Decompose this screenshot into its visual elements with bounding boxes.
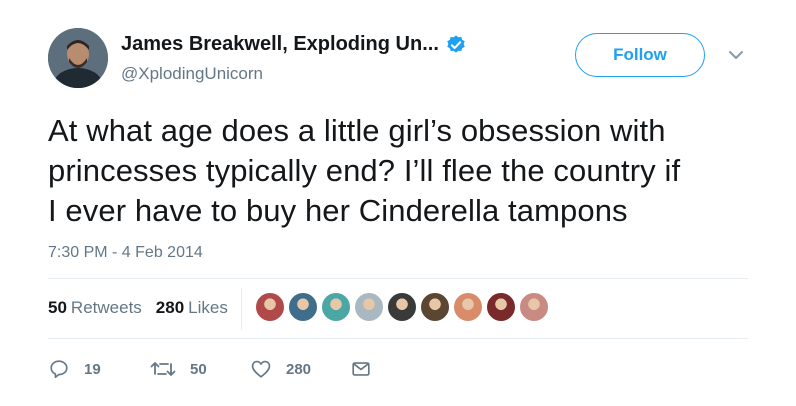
author-avatar[interactable] [48, 28, 108, 88]
liker-avatar-5[interactable] [387, 292, 417, 322]
tweet-actions: 19 50 280 [48, 358, 372, 380]
envelope-icon [352, 362, 370, 376]
tweet-timestamp[interactable]: 7:30 PM - 4 Feb 2014 [48, 244, 203, 262]
tweet-text-line: I ever have to buy her Cinderella tampon… [48, 193, 628, 228]
liker-avatar-4[interactable] [354, 292, 384, 322]
liker-avatar-1[interactable] [255, 292, 285, 322]
liker-avatar-2[interactable] [288, 292, 318, 322]
stats-separator [241, 288, 242, 330]
engagement-stats: 50 Retweets 280 Likes [48, 298, 242, 318]
reply-action[interactable]: 19 [48, 358, 150, 380]
retweets-count: 50 [48, 298, 67, 317]
divider [48, 338, 748, 339]
like-action[interactable]: 280 [250, 358, 350, 380]
divider [48, 278, 748, 279]
liker-avatar-7[interactable] [453, 292, 483, 322]
liker-avatars [255, 292, 549, 322]
tweet-text: At what age does a little girl’s obsessi… [48, 111, 768, 231]
reply-icon [50, 360, 68, 379]
likes-count: 280 [155, 298, 185, 317]
author-name-row[interactable]: James Breakwell, Exploding Un... [121, 33, 467, 56]
retweets-label: Retweets [70, 298, 142, 317]
follow-button[interactable]: Follow [575, 33, 705, 77]
tweet-text-line: At what age does a little girl’s obsessi… [48, 113, 666, 148]
likes-label: Likes [188, 298, 228, 317]
direct-message-action[interactable] [350, 358, 372, 380]
reply-count: 19 [84, 360, 101, 378]
retweet-icon [150, 362, 176, 376]
author-display-name[interactable]: James Breakwell, Exploding Un... [121, 33, 439, 56]
author-handle[interactable]: @XplodingUnicorn [121, 64, 263, 84]
avatar-photo [48, 28, 108, 88]
retweet-action[interactable]: 50 [150, 358, 250, 380]
liker-avatar-9[interactable] [519, 292, 549, 322]
retweets-stat[interactable]: 50 Retweets [48, 298, 142, 318]
liker-avatar-8[interactable] [486, 292, 516, 322]
chevron-down-icon[interactable] [727, 48, 745, 62]
heart-icon [251, 360, 271, 378]
verified-badge-icon [447, 34, 465, 53]
liker-avatar-3[interactable] [321, 292, 351, 322]
liker-avatar-6[interactable] [420, 292, 450, 322]
retweet-count: 50 [190, 360, 207, 378]
tweet-text-line: princesses typically end? I’ll flee the … [48, 153, 681, 188]
likes-stat[interactable]: 280 Likes [156, 298, 228, 318]
like-count: 280 [286, 360, 312, 378]
